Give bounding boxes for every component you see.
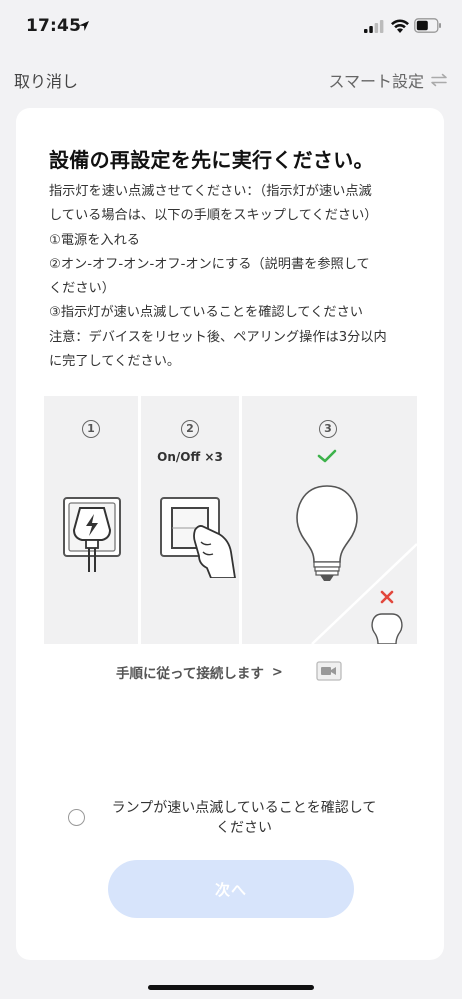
step1-number: 1	[82, 420, 100, 438]
smart-config-label: スマート設定	[328, 72, 424, 91]
swap-arrows-icon	[431, 73, 447, 87]
plug-power-icon	[63, 497, 121, 572]
instruction-line: ①電源を入れる	[49, 232, 140, 248]
confirm-text-line: ください	[216, 820, 272, 836]
bulb-flashing-icon	[296, 485, 417, 644]
video-icon[interactable]	[316, 661, 342, 681]
instruction-line: ③指示灯が速い点滅していることを確認してください	[49, 305, 363, 321]
page-title: 設備の再設定を先に実行ください。	[49, 148, 374, 172]
step3-panel: 3	[242, 396, 417, 644]
chevron-right-icon: >	[271, 664, 283, 680]
nav-bar: 取り消し スマート設定	[0, 60, 462, 98]
battery-icon	[414, 18, 441, 33]
home-indicator[interactable]	[148, 985, 314, 990]
confirm-flashing-option[interactable]: ランプが速い点滅していることを確認して ください	[68, 798, 418, 842]
signal-icon	[364, 20, 384, 33]
instruction-line: 注意：デバイスをリセット後、ペアリング操作は3分以内	[49, 329, 387, 345]
instruction-line: している場合は、以下の手順をスキップしてください）	[49, 208, 378, 224]
next-button[interactable]: 次へ	[108, 860, 354, 918]
wifi-icon	[391, 19, 409, 33]
step2-caption: On/Off ×3	[157, 450, 223, 464]
status-time: 17:45	[26, 16, 82, 36]
follow-steps-label: 手順に従って接続します	[116, 666, 264, 682]
follow-steps-link[interactable]: 手順に従って接続します >	[116, 661, 283, 683]
status-bar: 17:45	[0, 0, 462, 50]
confirm-text: ランプが速い点滅していることを確認して ください	[94, 798, 394, 838]
step2-panel: 2 On/Off ×3	[141, 396, 239, 644]
reset-guide-card: 設備の再設定を先に実行ください。 指示灯を速い点滅させてください：（指示灯が速い…	[16, 108, 444, 960]
instruction-line: に完了してください。	[49, 354, 181, 370]
confirm-radio[interactable]	[68, 809, 85, 826]
location-arrow-icon	[79, 21, 89, 31]
cross-icon	[380, 590, 394, 604]
smart-config-button[interactable]: スマート設定	[328, 68, 448, 92]
wall-switch-icon	[160, 497, 236, 578]
instruction-line: ②オン-オフ-オン-オフ-オンにする（説明書を参照して	[49, 256, 370, 272]
step2-number: 2	[181, 420, 199, 438]
reset-steps-illustration: 1 2 On/Off ×3 3	[44, 396, 417, 644]
instruction-line: ください）	[49, 281, 115, 297]
step1-panel: 1	[44, 396, 138, 644]
confirm-text-line: ランプが速い点滅していることを確認して	[111, 800, 377, 816]
instructions-text: 指示灯を速い点滅させてください：（指示灯が速い点滅 している場合は、以下の手順を…	[49, 180, 424, 374]
instruction-line: 指示灯を速い点滅させてください：（指示灯が速い点滅	[49, 184, 372, 199]
cancel-button[interactable]: 取り消し	[14, 68, 78, 92]
